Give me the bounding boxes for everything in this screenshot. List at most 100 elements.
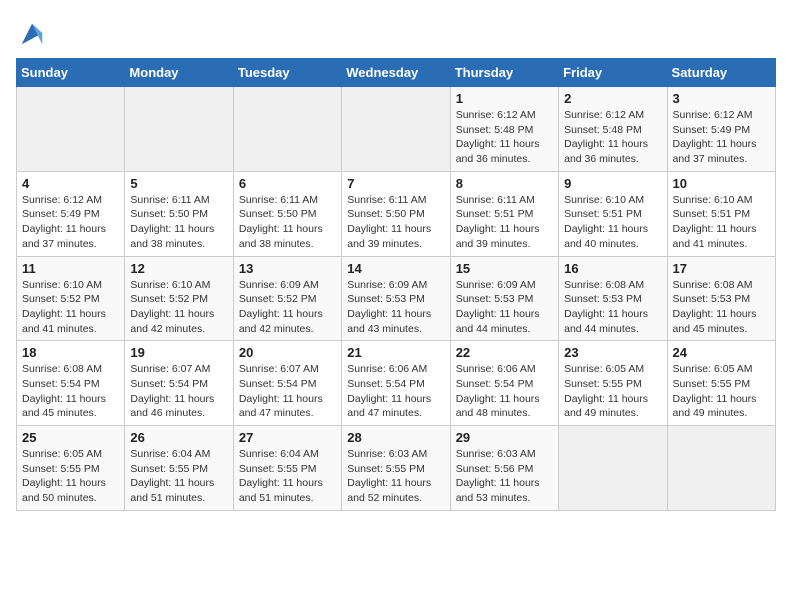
calendar-day-cell: 4 Sunrise: 6:12 AMSunset: 5:49 PMDaylight… [17, 171, 125, 256]
weekday-header: Sunday [17, 59, 125, 87]
day-number: 21 [347, 345, 444, 360]
day-info: Sunrise: 6:05 AMSunset: 5:55 PMDaylight:… [673, 362, 770, 421]
day-info: Sunrise: 6:10 AMSunset: 5:51 PMDaylight:… [564, 193, 661, 252]
day-info: Sunrise: 6:08 AMSunset: 5:53 PMDaylight:… [564, 278, 661, 337]
day-number: 26 [130, 430, 227, 445]
day-info: Sunrise: 6:05 AMSunset: 5:55 PMDaylight:… [22, 447, 119, 506]
calendar-day-cell: 28 Sunrise: 6:03 AMSunset: 5:55 PMDayligh… [342, 426, 450, 511]
day-number: 28 [347, 430, 444, 445]
calendar-day-cell [342, 87, 450, 172]
calendar-day-cell: 17 Sunrise: 6:08 AMSunset: 5:53 PMDayligh… [667, 256, 775, 341]
weekday-header: Friday [559, 59, 667, 87]
calendar-day-cell: 15 Sunrise: 6:09 AMSunset: 5:53 PMDayligh… [450, 256, 558, 341]
day-info: Sunrise: 6:06 AMSunset: 5:54 PMDaylight:… [456, 362, 553, 421]
day-number: 5 [130, 176, 227, 191]
day-info: Sunrise: 6:07 AMSunset: 5:54 PMDaylight:… [130, 362, 227, 421]
weekday-header: Thursday [450, 59, 558, 87]
weekday-header: Tuesday [233, 59, 341, 87]
day-info: Sunrise: 6:08 AMSunset: 5:54 PMDaylight:… [22, 362, 119, 421]
day-info: Sunrise: 6:12 AMSunset: 5:49 PMDaylight:… [673, 108, 770, 167]
day-info: Sunrise: 6:12 AMSunset: 5:48 PMDaylight:… [456, 108, 553, 167]
calendar-week-row: 1 Sunrise: 6:12 AMSunset: 5:48 PMDaylight… [17, 87, 776, 172]
calendar-day-cell: 25Sunrise: 6:05 AMSunset: 5:55 PMDayligh… [17, 426, 125, 511]
calendar-day-cell: 1 Sunrise: 6:12 AMSunset: 5:48 PMDaylight… [450, 87, 558, 172]
calendar-day-cell: 18 Sunrise: 6:08 AMSunset: 5:54 PMDayligh… [17, 341, 125, 426]
calendar-day-cell: 7 Sunrise: 6:11 AMSunset: 5:50 PMDaylight… [342, 171, 450, 256]
day-number: 2 [564, 91, 661, 106]
day-info: Sunrise: 6:11 AMSunset: 5:51 PMDaylight:… [456, 193, 553, 252]
calendar-day-cell: 10Sunrise: 6:10 AMSunset: 5:51 PMDayligh… [667, 171, 775, 256]
day-number: 13 [239, 261, 336, 276]
calendar-day-cell: 2 Sunrise: 6:12 AMSunset: 5:48 PMDaylight… [559, 87, 667, 172]
logo-icon [18, 20, 46, 48]
day-number: 29 [456, 430, 553, 445]
calendar-day-cell: 26 Sunrise: 6:04 AMSunset: 5:55 PMDayligh… [125, 426, 233, 511]
day-info: Sunrise: 6:03 AMSunset: 5:55 PMDaylight:… [347, 447, 444, 506]
calendar-week-row: 11 Sunrise: 6:10 AMSunset: 5:52 PMDayligh… [17, 256, 776, 341]
day-number: 27 [239, 430, 336, 445]
day-number: 7 [347, 176, 444, 191]
day-number: 24 [673, 345, 770, 360]
calendar-day-cell [17, 87, 125, 172]
day-number: 11 [22, 261, 119, 276]
calendar-day-cell: 29 Sunrise: 6:03 AMSunset: 5:56 PMDayligh… [450, 426, 558, 511]
day-info: Sunrise: 6:10 AMSunset: 5:52 PMDaylight:… [130, 278, 227, 337]
day-number: 19 [130, 345, 227, 360]
logo [16, 20, 46, 48]
calendar-week-row: 25Sunrise: 6:05 AMSunset: 5:55 PMDayligh… [17, 426, 776, 511]
day-info: Sunrise: 6:08 AMSunset: 5:53 PMDaylight:… [673, 278, 770, 337]
calendar-day-cell: 5 Sunrise: 6:11 AMSunset: 5:50 PMDaylight… [125, 171, 233, 256]
day-info: Sunrise: 6:05 AMSunset: 5:55 PMDaylight:… [564, 362, 661, 421]
calendar-header-row: SundayMondayTuesdayWednesdayThursdayFrid… [17, 59, 776, 87]
calendar-day-cell: 3 Sunrise: 6:12 AMSunset: 5:49 PMDaylight… [667, 87, 775, 172]
day-info: Sunrise: 6:09 AMSunset: 5:53 PMDaylight:… [456, 278, 553, 337]
calendar-day-cell: 13 Sunrise: 6:09 AMSunset: 5:52 PMDayligh… [233, 256, 341, 341]
calendar-day-cell: 14 Sunrise: 6:09 AMSunset: 5:53 PMDayligh… [342, 256, 450, 341]
day-number: 12 [130, 261, 227, 276]
calendar-day-cell: 20Sunrise: 6:07 AMSunset: 5:54 PMDayligh… [233, 341, 341, 426]
calendar-day-cell: 19 Sunrise: 6:07 AMSunset: 5:54 PMDayligh… [125, 341, 233, 426]
day-info: Sunrise: 6:11 AMSunset: 5:50 PMDaylight:… [239, 193, 336, 252]
calendar-day-cell [233, 87, 341, 172]
calendar-day-cell: 6 Sunrise: 6:11 AMSunset: 5:50 PMDaylight… [233, 171, 341, 256]
day-number: 1 [456, 91, 553, 106]
calendar-day-cell: 27 Sunrise: 6:04 AMSunset: 5:55 PMDayligh… [233, 426, 341, 511]
day-info: Sunrise: 6:07 AMSunset: 5:54 PMDaylight:… [239, 362, 336, 421]
calendar-day-cell: 16 Sunrise: 6:08 AMSunset: 5:53 PMDayligh… [559, 256, 667, 341]
calendar-day-cell: 11 Sunrise: 6:10 AMSunset: 5:52 PMDayligh… [17, 256, 125, 341]
calendar-day-cell: 12 Sunrise: 6:10 AMSunset: 5:52 PMDayligh… [125, 256, 233, 341]
page-header [16, 16, 776, 48]
day-number: 10 [673, 176, 770, 191]
day-info: Sunrise: 6:11 AMSunset: 5:50 PMDaylight:… [130, 193, 227, 252]
day-info: Sunrise: 6:09 AMSunset: 5:53 PMDaylight:… [347, 278, 444, 337]
day-number: 18 [22, 345, 119, 360]
day-number: 3 [673, 91, 770, 106]
weekday-header: Wednesday [342, 59, 450, 87]
day-info: Sunrise: 6:11 AMSunset: 5:50 PMDaylight:… [347, 193, 444, 252]
day-info: Sunrise: 6:09 AMSunset: 5:52 PMDaylight:… [239, 278, 336, 337]
day-number: 6 [239, 176, 336, 191]
calendar-day-cell: 8 Sunrise: 6:11 AMSunset: 5:51 PMDaylight… [450, 171, 558, 256]
day-info: Sunrise: 6:12 AMSunset: 5:49 PMDaylight:… [22, 193, 119, 252]
day-number: 15 [456, 261, 553, 276]
day-number: 17 [673, 261, 770, 276]
day-number: 8 [456, 176, 553, 191]
calendar-day-cell: 21Sunrise: 6:06 AMSunset: 5:54 PMDayligh… [342, 341, 450, 426]
day-number: 14 [347, 261, 444, 276]
calendar-week-row: 18 Sunrise: 6:08 AMSunset: 5:54 PMDayligh… [17, 341, 776, 426]
calendar-day-cell: 22 Sunrise: 6:06 AMSunset: 5:54 PMDayligh… [450, 341, 558, 426]
day-info: Sunrise: 6:10 AMSunset: 5:52 PMDaylight:… [22, 278, 119, 337]
calendar-day-cell [667, 426, 775, 511]
calendar-day-cell: 23 Sunrise: 6:05 AMSunset: 5:55 PMDayligh… [559, 341, 667, 426]
day-number: 22 [456, 345, 553, 360]
day-number: 4 [22, 176, 119, 191]
day-info: Sunrise: 6:03 AMSunset: 5:56 PMDaylight:… [456, 447, 553, 506]
day-info: Sunrise: 6:12 AMSunset: 5:48 PMDaylight:… [564, 108, 661, 167]
day-info: Sunrise: 6:04 AMSunset: 5:55 PMDaylight:… [130, 447, 227, 506]
day-info: Sunrise: 6:04 AMSunset: 5:55 PMDaylight:… [239, 447, 336, 506]
day-number: 9 [564, 176, 661, 191]
day-number: 23 [564, 345, 661, 360]
weekday-header: Monday [125, 59, 233, 87]
day-number: 16 [564, 261, 661, 276]
weekday-header: Saturday [667, 59, 775, 87]
